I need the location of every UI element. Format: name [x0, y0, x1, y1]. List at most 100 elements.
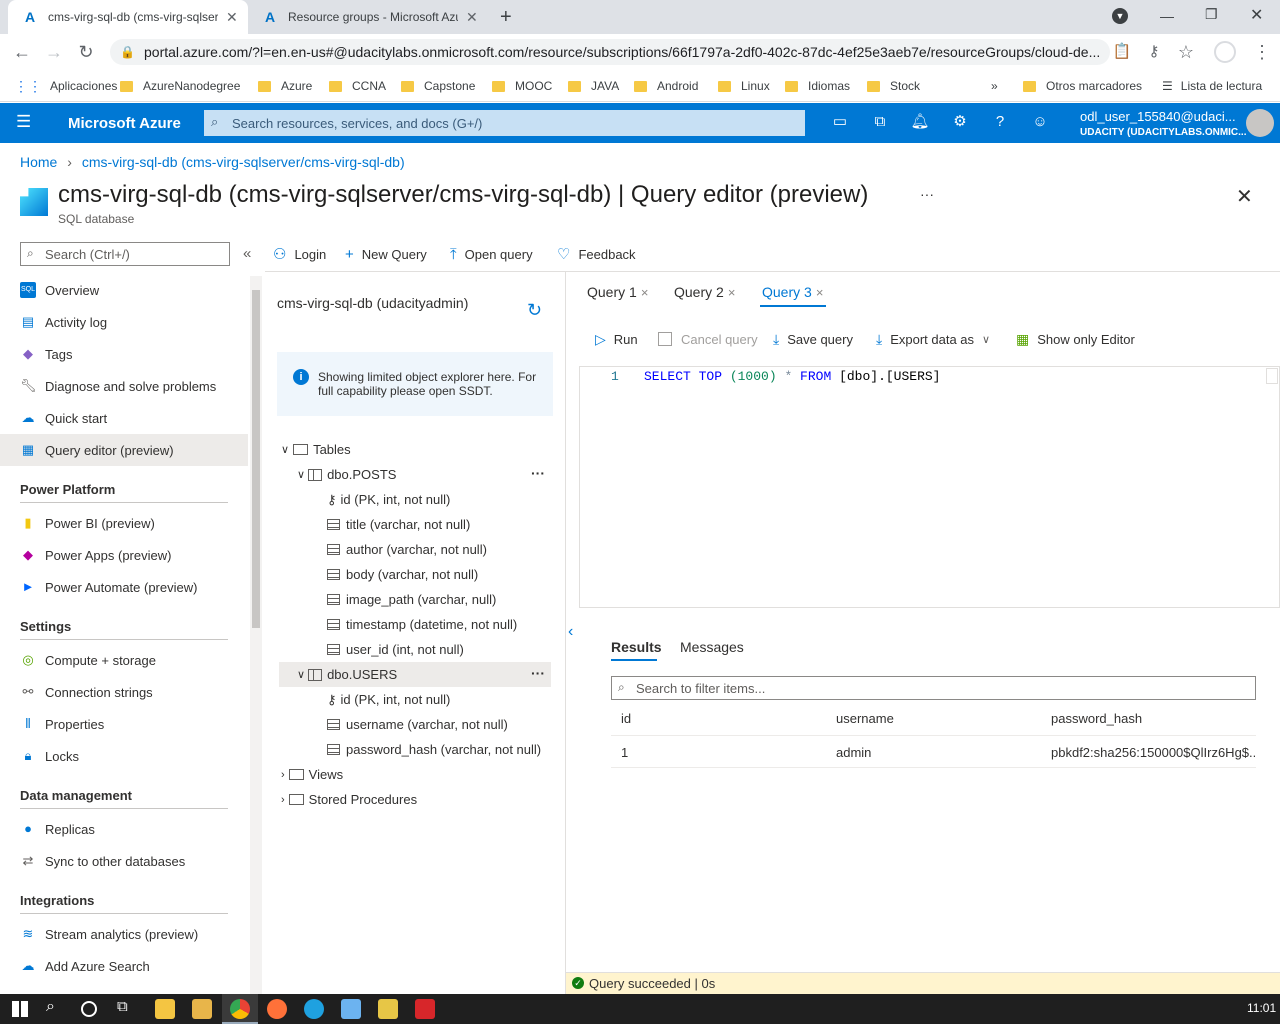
table-more-icon[interactable]: ··· — [531, 465, 545, 481]
tree-column[interactable]: image_path (varchar, null) — [327, 587, 496, 612]
close-icon[interactable]: × — [641, 285, 649, 300]
sticky-app-icon[interactable] — [192, 999, 212, 1019]
bookmark-folder[interactable]: Stock — [867, 76, 920, 96]
tree-stored-procedures[interactable]: › Stored Procedures — [281, 787, 417, 812]
bookmarks-more[interactable]: » — [991, 76, 998, 96]
minimize-icon[interactable]: — — [1160, 8, 1174, 24]
taskbar-search-icon[interactable]: ⌕ — [46, 998, 55, 1016]
menu-item-locks[interactable]: 🔒︎ Locks — [0, 740, 248, 772]
tab-results[interactable]: Results — [611, 639, 662, 655]
avatar[interactable] — [1246, 109, 1274, 137]
portal-menu-icon[interactable]: ☰ — [16, 112, 31, 132]
save-query-button[interactable]: ⤓ Save query — [773, 328, 853, 350]
url-bar[interactable]: portal.azure.com/?l=en.en-us#@udacitylab… — [110, 39, 1110, 65]
azure-brand[interactable]: Microsoft Azure — [68, 115, 181, 132]
lock-icon[interactable]: 🔒 — [120, 45, 135, 59]
close-icon[interactable]: × — [728, 285, 736, 300]
new-tab-icon[interactable]: + — [500, 6, 512, 29]
bookmark-folder[interactable]: Azure — [258, 76, 312, 96]
tab-close-icon[interactable]: ✕ — [226, 9, 238, 26]
profile-avatar-icon[interactable] — [1214, 41, 1236, 63]
tree-tables[interactable]: ∨ Tables — [281, 437, 351, 462]
browser-tab[interactable]: A Resource groups - Microsoft Azu ✕ — [248, 0, 488, 34]
column-header-password-hash[interactable]: password_hash — [1051, 711, 1142, 726]
feedback-icon[interactable]: ☺ — [1028, 112, 1052, 132]
tree-table-posts[interactable]: ∨ dbo.POSTS — [297, 462, 396, 487]
pane-splitter[interactable] — [565, 272, 566, 994]
bookmark-apps[interactable]: ⋮⋮ Aplicaciones — [14, 76, 117, 96]
menu-item-azure-search[interactable]: ☁ Add Azure Search — [0, 950, 248, 982]
menu-scrollbar-thumb[interactable] — [252, 290, 260, 628]
menu-item-compute-storage[interactable]: ◎ Compute + storage — [0, 644, 248, 676]
column-header-username[interactable]: username — [836, 711, 894, 726]
menu-search-input[interactable]: Search (Ctrl+/) — [20, 242, 230, 266]
open-query-button[interactable]: ⤒ Open query — [450, 243, 533, 265]
tree-column[interactable]: title (varchar, not null) — [327, 512, 470, 537]
directory-filter-icon[interactable]: ⧉ — [868, 112, 892, 132]
firefox-icon[interactable] — [267, 999, 287, 1019]
help-icon[interactable]: ? — [988, 112, 1012, 132]
menu-item-tags[interactable]: ◆ Tags — [0, 338, 248, 370]
clipboard-icon[interactable]: 📋 — [1110, 40, 1134, 64]
table-more-icon[interactable]: ··· — [531, 665, 545, 681]
refresh-icon[interactable]: ↻ — [527, 300, 542, 321]
tree-column[interactable]: password_hash (varchar, not null) — [327, 737, 541, 762]
menu-item-connection-strings[interactable]: ⚯ Connection strings — [0, 676, 248, 708]
tree-column[interactable]: timestamp (datetime, not null) — [327, 612, 517, 637]
tree-views[interactable]: › Views — [281, 762, 343, 787]
bookmark-folder[interactable]: MOOC — [492, 76, 552, 96]
browser-tab-active[interactable]: A cms-virg-sql-db (cms-virg-sqlser ✕ — [8, 0, 248, 34]
reload-icon[interactable]: ↻ — [74, 40, 98, 64]
new-query-button[interactable]: + New Query — [345, 243, 427, 265]
tree-column[interactable]: body (varchar, not null) — [327, 562, 478, 587]
chrome-icon[interactable] — [230, 999, 250, 1019]
key-icon[interactable]: ⚷ — [1142, 40, 1166, 64]
tree-column[interactable]: ⚷ id (PK, int, not null) — [327, 687, 450, 712]
cancel-query-button[interactable]: Cancel query — [658, 328, 758, 350]
tree-table-users[interactable]: ∨ dbo.USERS — [297, 662, 397, 687]
edge-icon[interactable] — [304, 999, 324, 1019]
menu-item-power-automate[interactable]: ► Power Automate (preview) — [0, 571, 248, 603]
window-close-icon[interactable]: ✕ — [1250, 5, 1263, 25]
task-view-icon[interactable]: ⧉ — [117, 998, 128, 1015]
account-name[interactable]: odl_user_155840@udaci... — [1080, 109, 1236, 124]
bookmark-folder[interactable]: JAVA — [568, 76, 619, 96]
app-pencil-icon[interactable] — [378, 999, 398, 1019]
menu-item-diagnose[interactable]: 🔧︎ Diagnose and solve problems — [0, 370, 248, 402]
cloud-shell-icon[interactable]: ▭ — [828, 112, 852, 132]
tab-close-icon[interactable]: ✕ — [466, 9, 478, 26]
collapse-menu-icon[interactable]: « — [243, 245, 251, 262]
reading-list[interactable]: ☰ Lista de lectura — [1162, 76, 1262, 96]
windows-start-icon[interactable] — [12, 1001, 28, 1017]
bookmark-folder[interactable]: CCNA — [329, 76, 386, 96]
browser-menu-icon[interactable]: ⋮ — [1250, 40, 1274, 64]
tab-search-icon[interactable]: ▼ — [1112, 8, 1128, 24]
app-cube-icon[interactable] — [341, 999, 361, 1019]
menu-item-overview[interactable]: SQL Overview — [0, 274, 248, 306]
account-org[interactable]: UDACITY (UDACITYLABS.ONMIC... — [1080, 127, 1246, 138]
forward-icon[interactable]: → — [42, 40, 66, 64]
tab-query-2[interactable]: Query 2 × — [674, 280, 735, 304]
bookmark-star-icon[interactable]: ☆ — [1174, 40, 1198, 64]
menu-item-sync[interactable]: ⇄ Sync to other databases — [0, 845, 248, 877]
sql-code-line[interactable]: SELECT TOP (1000) * FROM [dbo].[USERS] — [644, 369, 940, 384]
settings-gear-icon[interactable]: ⚙ — [948, 112, 972, 132]
bookmark-folder[interactable]: Linux — [718, 76, 770, 96]
column-header-id[interactable]: id — [621, 711, 631, 726]
tree-column[interactable]: username (varchar, not null) — [327, 712, 508, 737]
run-button[interactable]: ▷ Run — [595, 328, 638, 350]
login-button[interactable]: ⚇ Login — [273, 243, 326, 265]
menu-item-power-bi[interactable]: ▮ Power BI (preview) — [0, 507, 248, 539]
back-icon[interactable]: ← — [10, 40, 34, 64]
bookmark-folder[interactable]: Idiomas — [785, 76, 850, 96]
bookmark-folder[interactable]: Android — [634, 76, 698, 96]
more-options-icon[interactable]: ··· — [920, 186, 934, 202]
feedback-button[interactable]: ♡ Feedback — [557, 243, 636, 265]
editor-scrollbar[interactable] — [1266, 368, 1278, 384]
sql-editor[interactable] — [579, 366, 1280, 608]
bookmark-folder[interactable]: AzureNanodegree — [120, 76, 240, 96]
menu-item-properties[interactable]: ⦀ Properties — [0, 708, 248, 740]
menu-item-stream-analytics[interactable]: ≋ Stream analytics (preview) — [0, 918, 248, 950]
menu-item-power-apps[interactable]: ◆ Power Apps (preview) — [0, 539, 248, 571]
results-filter-input[interactable]: Search to filter items... — [611, 676, 1256, 700]
